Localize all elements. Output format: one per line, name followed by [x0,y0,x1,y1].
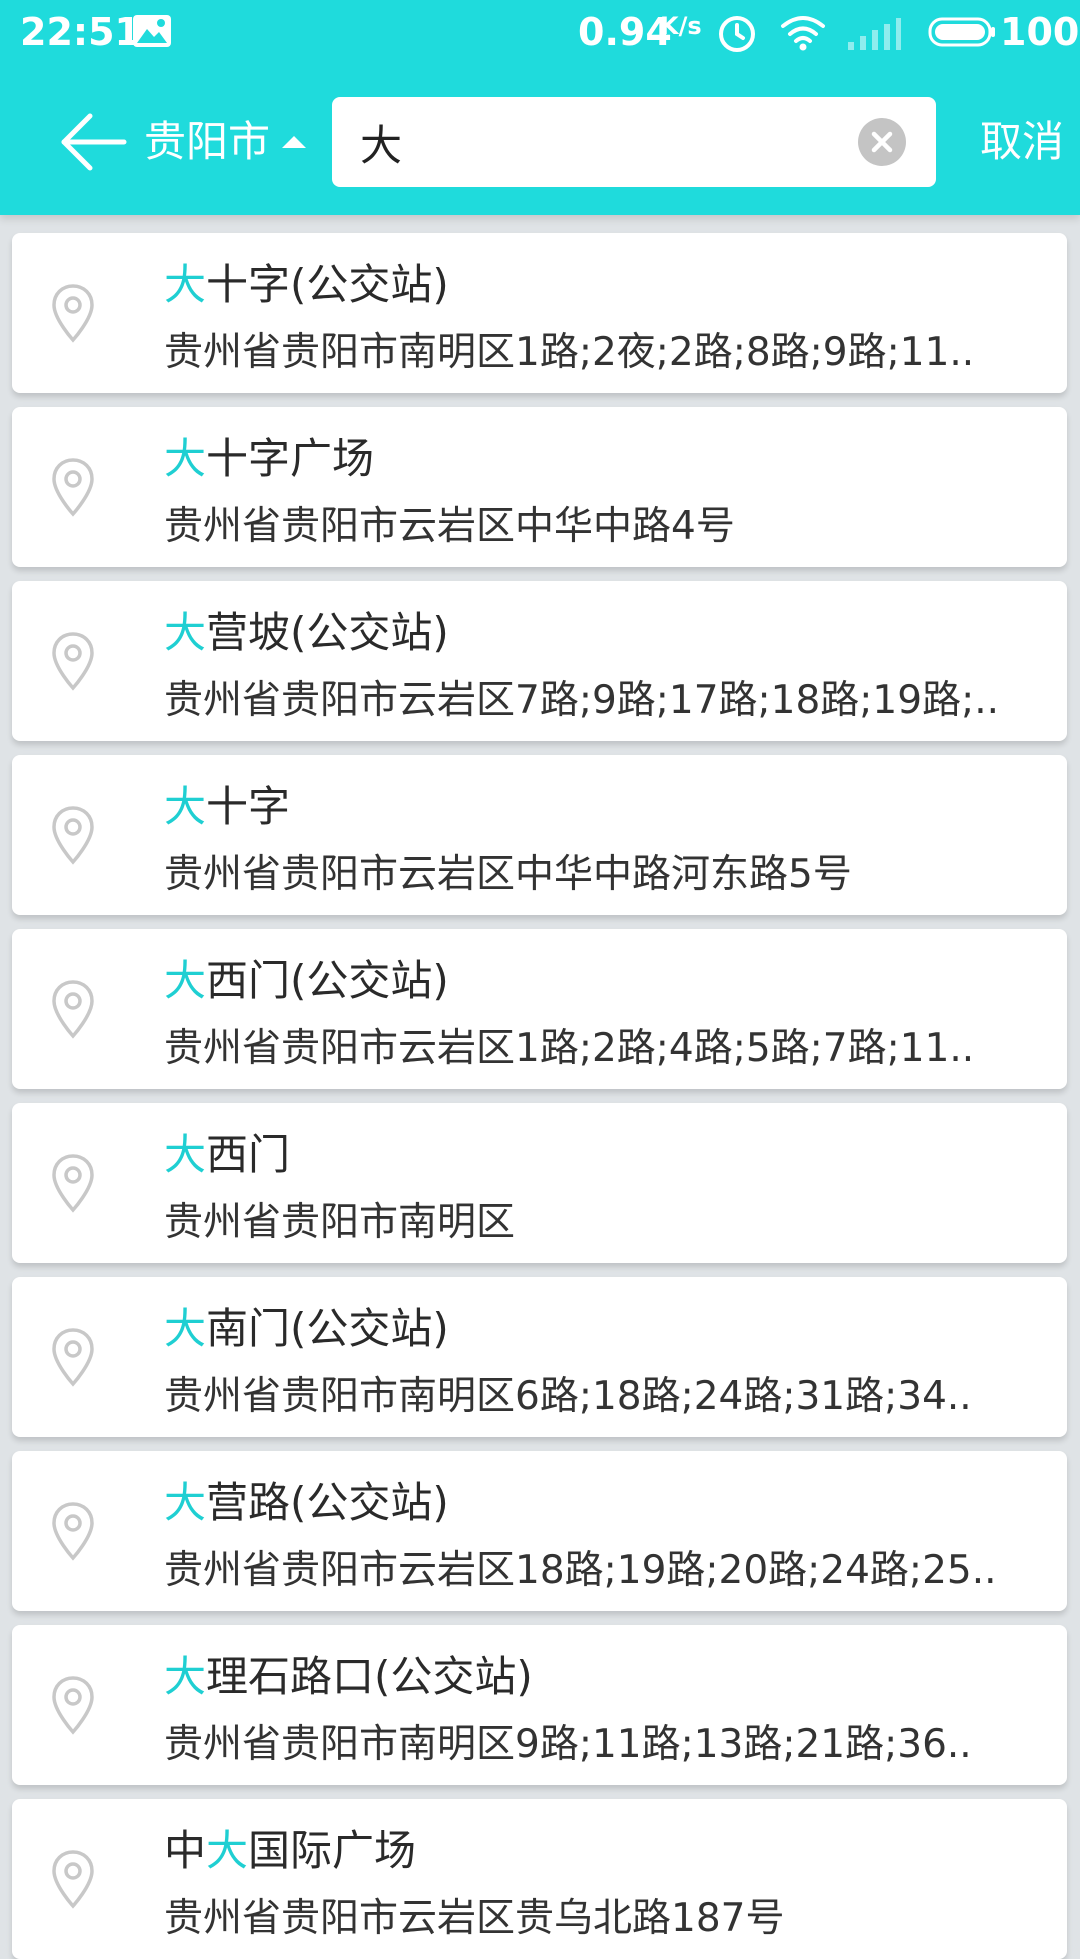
search-input[interactable] [360,97,840,187]
result-address: 贵州省贵阳市南明区6路;18路;24路;31路;34.. [164,1374,972,1419]
result-address: 贵州省贵阳市南明区 [164,1200,516,1245]
result-item[interactable]: 大南门(公交站) 贵州省贵阳市南明区6路;18路;24路;31路;34.. [12,1277,1067,1437]
location-pin-icon [52,1328,94,1387]
location-pin-icon [52,806,94,865]
network-speed: 0.94 [578,10,672,54]
result-title: 大十字 [164,782,291,831]
location-pin-icon [52,1850,94,1909]
result-item[interactable]: 大西门 贵州省贵阳市南明区 [12,1103,1067,1263]
image-notification-icon [133,15,171,47]
result-address: 贵州省贵阳市云岩区中华中路河东路5号 [164,852,852,897]
result-item[interactable]: 大西门(公交站) 贵州省贵阳市云岩区1路;2路;4路;5路;7路;11.. [12,929,1067,1089]
status-bar: 22:51 0.94 K/s 100 [0,0,1080,66]
result-title: 中大国际广场 [164,1826,417,1875]
result-item[interactable]: 大理石路口(公交站) 贵州省贵阳市南明区9路;11路;13路;21路;36.. [12,1625,1067,1785]
result-item[interactable]: 大十字广场 贵州省贵阳市云岩区中华中路4号 [12,407,1067,567]
result-item[interactable]: 大十字 贵州省贵阳市云岩区中华中路河东路5号 [12,755,1067,915]
network-speed-unit: K/s [660,12,702,40]
back-arrow-icon[interactable] [58,110,128,174]
location-pin-icon [52,1154,94,1213]
result-item[interactable]: 大营路(公交站) 贵州省贵阳市云岩区18路;19路;20路;24路;25.. [12,1451,1067,1611]
alarm-icon [719,16,755,52]
cancel-button[interactable]: 取消 [980,112,1064,172]
result-item[interactable]: 大营坡(公交站) 贵州省贵阳市云岩区7路;9路;17路;18路;19路;.. [12,581,1067,741]
result-address: 贵州省贵阳市云岩区1路;2路;4路;5路;7路;11.. [164,1026,975,1071]
location-pin-icon [52,632,94,691]
city-selector[interactable]: 贵阳市 [144,112,307,172]
result-title: 大西门(公交站) [164,956,449,1005]
location-pin-icon [52,980,94,1039]
clear-search-icon[interactable] [858,118,906,166]
wifi-icon [781,16,825,51]
result-title: 大营坡(公交站) [164,608,449,657]
result-title: 大十字(公交站) [164,260,449,309]
battery-icon [928,17,995,47]
result-title: 大理石路口(公交站) [164,1652,533,1701]
cell-signal-icon [848,18,901,50]
result-title: 大营路(公交站) [164,1478,449,1527]
result-address: 贵州省贵阳市南明区1路;2夜;2路;8路;9路;11.. [164,330,975,375]
result-address: 贵州省贵阳市云岩区中华中路4号 [164,504,735,549]
location-pin-icon [52,284,94,343]
location-pin-icon [52,1676,94,1735]
result-address: 贵州省贵阳市南明区9路;11路;13路;21路;36.. [164,1722,972,1767]
result-title: 大南门(公交站) [164,1304,449,1353]
city-name: 贵阳市 [144,117,271,166]
result-address: 贵州省贵阳市云岩区7路;9路;17路;18路;19路;.. [164,678,999,723]
caret-up-icon [282,136,307,148]
result-title: 大十字广场 [164,434,375,483]
location-pin-icon [52,1502,94,1561]
result-address: 贵州省贵阳市云岩区18路;19路;20路;24路;25.. [164,1548,997,1593]
result-item[interactable]: 大十字(公交站) 贵州省贵阳市南明区1路;2夜;2路;8路;9路;11.. [12,233,1067,393]
result-title: 大西门 [164,1130,291,1179]
location-pin-icon [52,458,94,517]
battery-level: 100 [1000,10,1080,54]
app-header: 22:51 0.94 K/s 100 贵阳市 大 取消 [0,0,1080,215]
result-address: 贵州省贵阳市云岩区贵乌北路187号 [164,1896,785,1941]
status-time: 22:51 [20,10,141,54]
result-item[interactable]: 中大国际广场 贵州省贵阳市云岩区贵乌北路187号 [12,1799,1067,1959]
search-box [332,97,936,187]
